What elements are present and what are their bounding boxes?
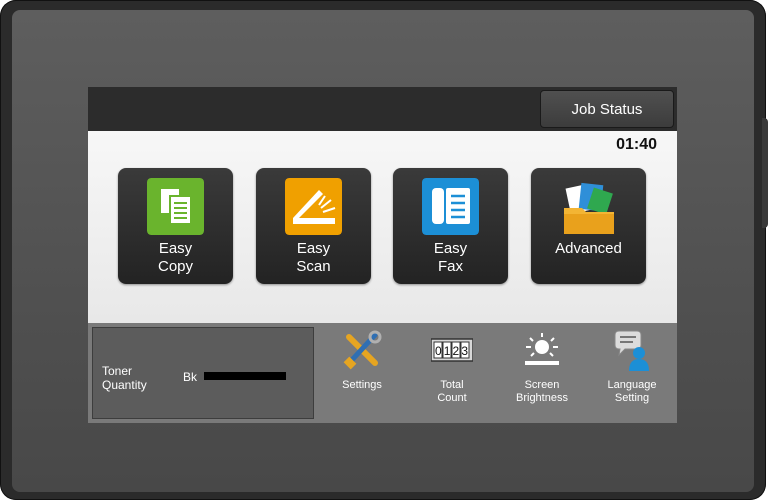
settings-button[interactable]: Settings (320, 329, 404, 419)
screen-brightness-label: Screen Brightness (500, 379, 584, 405)
total-count-label-line2: Count (437, 392, 467, 404)
easy-copy-label-line2: Copy (157, 258, 194, 275)
settings-tools-icon (343, 330, 382, 370)
easy-fax-button[interactable]: Easy Fax (393, 168, 508, 284)
copy-icon (147, 178, 204, 235)
job-status-button[interactable]: Job Status (540, 90, 674, 128)
easy-scan-label-line1: Easy (296, 240, 331, 257)
fax-icon (422, 178, 479, 235)
toner-quantity-label: Toner Quantity (102, 364, 147, 392)
device-side-tab (762, 118, 768, 228)
easy-fax-label-line1: Easy (433, 240, 468, 257)
easy-scan-button[interactable]: Easy Scan (256, 168, 371, 284)
toner-label-line1: Toner (102, 364, 133, 378)
screen-brightness-label-line1: Screen (524, 379, 560, 391)
top-bar: Job Status (88, 87, 677, 131)
language-setting-button[interactable]: Language Setting (590, 329, 674, 419)
brightness-icon (525, 333, 559, 365)
settings-label: Settings (342, 379, 382, 391)
easy-fax-label-line2: Fax (437, 258, 463, 275)
language-setting-label-line1: Language (607, 379, 657, 391)
scan-icon (285, 178, 342, 235)
advanced-label: Advanced (555, 240, 622, 257)
easy-scan-label-line2: Scan (296, 258, 331, 275)
easy-copy-button[interactable]: Easy Copy (118, 168, 233, 284)
language-icon (614, 330, 649, 371)
language-setting-label-line2: Setting (614, 392, 650, 404)
total-count-button[interactable]: 0123 Total Count (410, 329, 494, 419)
easy-copy-label-line1: Easy (158, 240, 193, 257)
total-count-label-line1: Total (440, 379, 464, 391)
status-tool-bar: Toner Quantity Bk Settings 0123 Total Co… (88, 323, 677, 423)
screen-brightness-label-line2: Brightness (516, 392, 568, 404)
language-setting-label: Language Setting (590, 379, 674, 405)
total-count-label: Total Count (410, 379, 494, 405)
counter-digits: 0123 (435, 344, 468, 358)
touch-screen: Job Status 01:40 Easy Copy Easy Scan Eas… (88, 87, 677, 423)
counter-icon: 0123 (431, 338, 473, 362)
toner-label-line2: Quantity (102, 378, 147, 392)
home-app-area: 01:40 Easy Copy Easy Scan Easy Fax Advan… (88, 131, 677, 323)
screen-brightness-button[interactable]: Screen Brightness (500, 329, 584, 419)
clock: 01:40 (616, 136, 657, 153)
advanced-button[interactable]: Advanced (531, 168, 646, 284)
toner-level-bar (204, 372, 286, 380)
toner-panel: Toner Quantity Bk (92, 327, 314, 419)
toner-color-label: Bk (183, 370, 198, 384)
advanced-folder-icon (564, 182, 614, 234)
